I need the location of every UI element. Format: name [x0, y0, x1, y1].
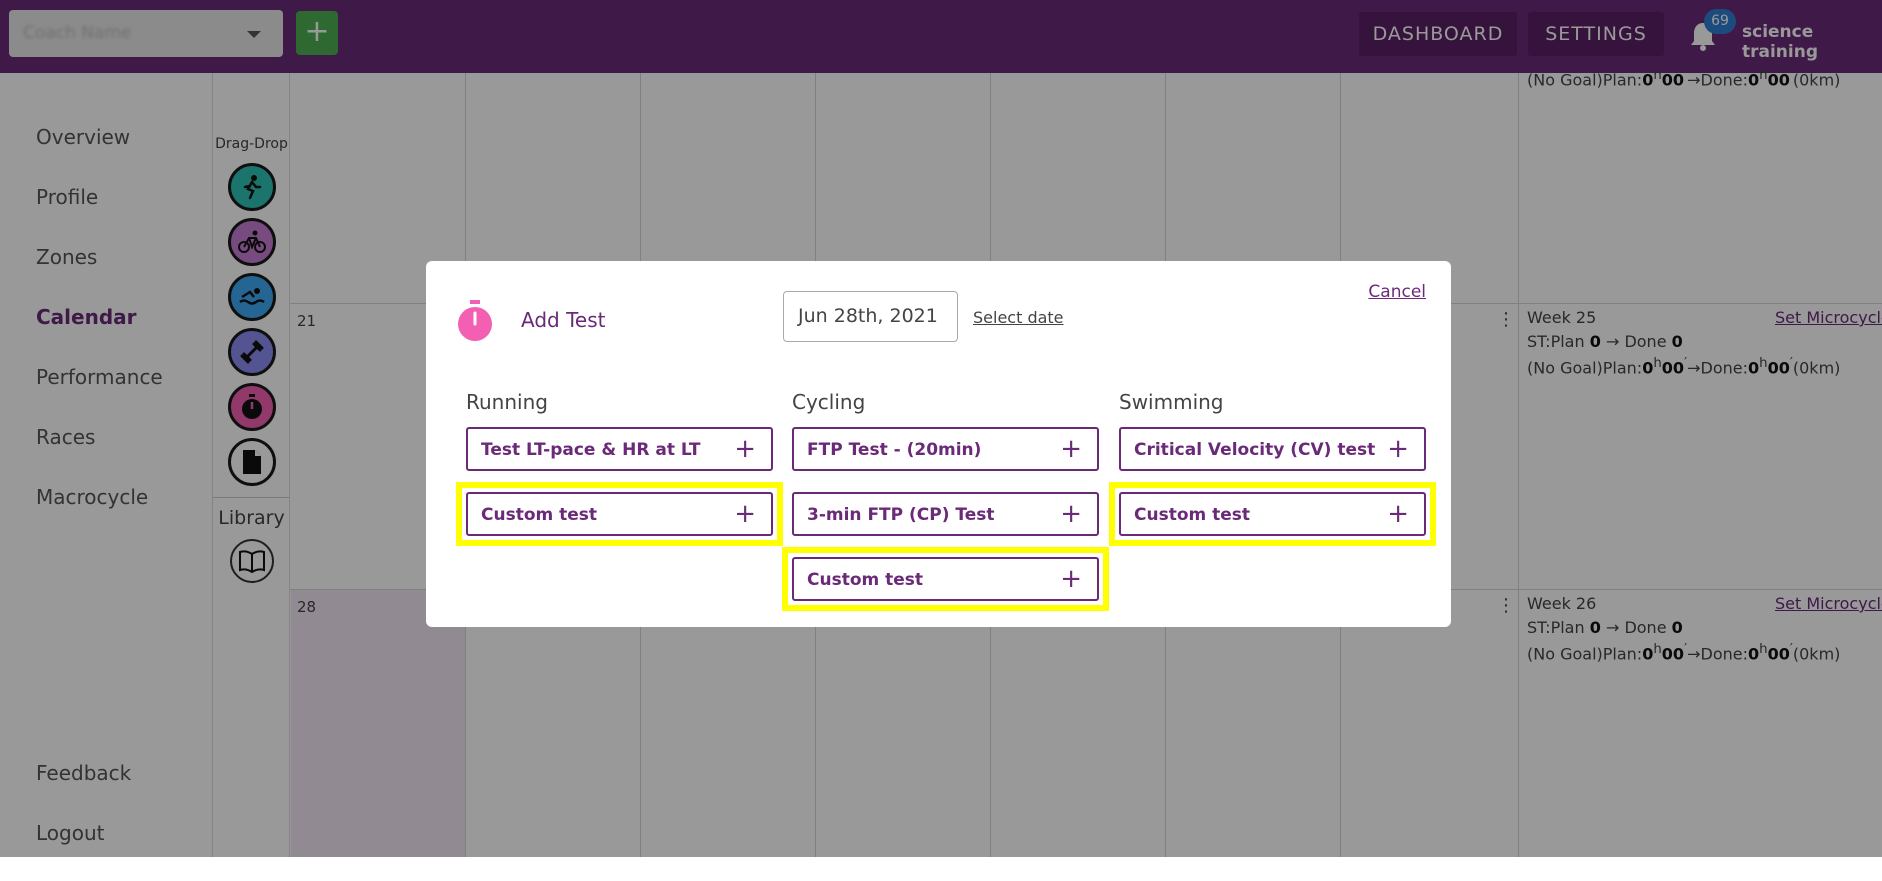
- test-label: Test LT-pace & HR at LT: [481, 440, 701, 460]
- critical-velocity-test-button[interactable]: Critical Velocity (CV) test +: [1119, 427, 1426, 471]
- add-test-dialog: Add Test Jun 28th, 2021 Select date Canc…: [426, 261, 1451, 627]
- highlight-cycling-custom: [782, 547, 1109, 611]
- running-heading: Running: [466, 390, 548, 414]
- stopwatch-icon: [458, 300, 492, 341]
- highlight-running-custom: [456, 482, 783, 546]
- cycling-heading: Cycling: [792, 390, 866, 414]
- swimming-heading: Swimming: [1119, 390, 1224, 414]
- test-label: FTP Test - (20min): [807, 440, 982, 460]
- test-label: 3-min FTP (CP) Test: [807, 505, 995, 525]
- ftp-20min-test-button[interactable]: FTP Test - (20min) +: [792, 427, 1099, 471]
- plus-icon: +: [1387, 434, 1409, 464]
- highlight-swimming-custom: [1109, 482, 1436, 546]
- test-label: Critical Velocity (CV) test: [1134, 440, 1376, 460]
- plus-icon: +: [1060, 434, 1082, 464]
- plus-icon: +: [1060, 499, 1082, 529]
- dialog-title: Add Test: [521, 308, 606, 332]
- plus-icon: +: [734, 434, 756, 464]
- cancel-link[interactable]: Cancel: [1368, 282, 1426, 302]
- app-root: Coach Name + DASHBOARD SETTINGS 69 scien…: [0, 0, 1882, 857]
- test-lt-pace-button[interactable]: Test LT-pace & HR at LT +: [466, 427, 773, 471]
- ftp-3min-cp-test-button[interactable]: 3-min FTP (CP) Test +: [792, 492, 1099, 536]
- date-input[interactable]: Jun 28th, 2021: [783, 291, 958, 342]
- select-date-link[interactable]: Select date: [973, 308, 1064, 327]
